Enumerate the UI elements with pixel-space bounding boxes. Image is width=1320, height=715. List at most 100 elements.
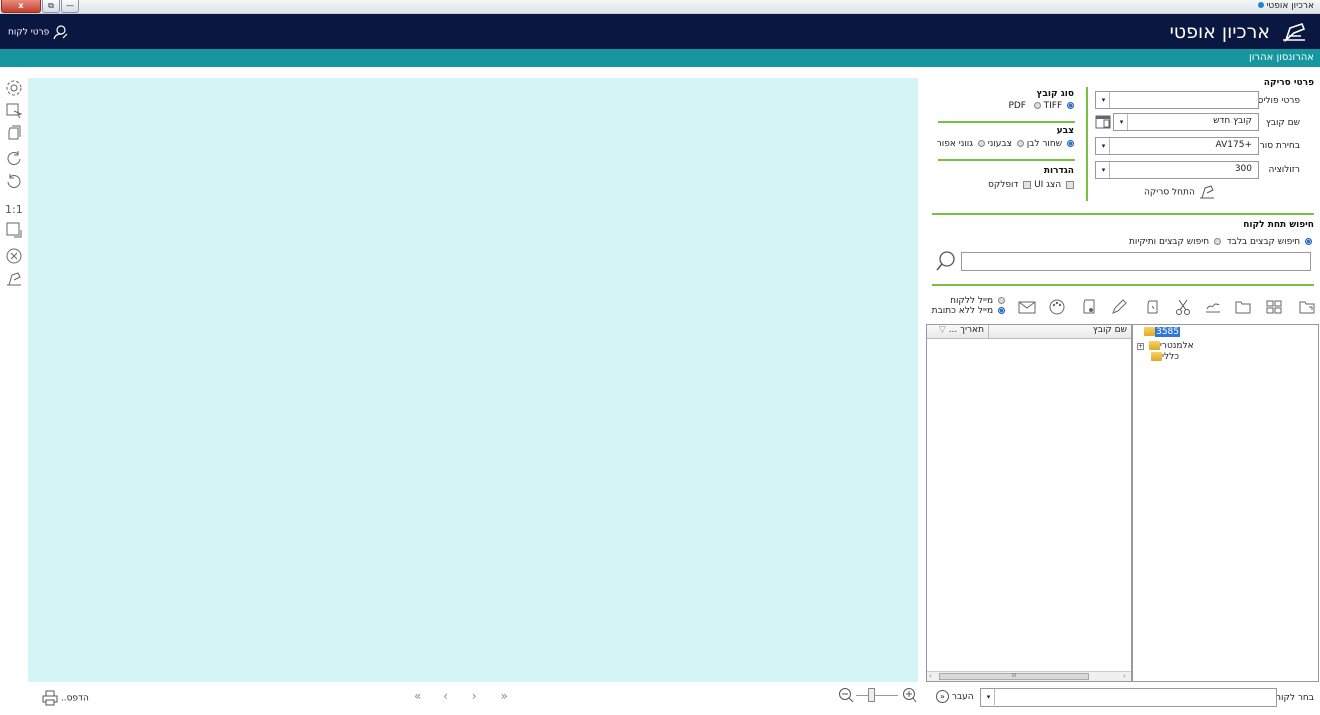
file-list[interactable]: שם קובץ תאריך ... ▽ ‹ III › xyxy=(926,324,1132,682)
chevron-down-icon: ▾ xyxy=(1098,92,1110,108)
search-heading: חיפוש תחת לקוח xyxy=(1243,220,1314,230)
search-input[interactable] xyxy=(961,252,1311,271)
color-bw-radio[interactable]: שחור לבן xyxy=(1027,139,1074,149)
duplicate-icon[interactable] xyxy=(1143,297,1163,317)
mail-to-customer-radio[interactable]: מייל ללקוח xyxy=(932,296,1005,306)
add-page-icon[interactable] xyxy=(1079,297,1099,317)
rotate-left-icon[interactable] xyxy=(5,172,23,190)
duplex-label: דופלקס xyxy=(988,180,1019,190)
column-filename-label: שם קובץ xyxy=(1092,325,1127,335)
tree-root[interactable]: 3585 xyxy=(1142,327,1180,337)
browse-file-icon[interactable] xyxy=(1095,114,1111,130)
resolution-select[interactable]: 300 ▾ xyxy=(1095,161,1259,179)
file-list-header: שם קובץ תאריך ... ▽ xyxy=(927,325,1131,339)
tree-item-elementary[interactable]: + אלמנטרי xyxy=(1137,341,1194,351)
scanner-logo-icon xyxy=(1283,23,1306,43)
color-options: שחור לבן צבעוני גווני אפור xyxy=(937,139,1074,149)
file-type-tiff-label: TIFF xyxy=(1043,101,1063,111)
mail-no-address-radio[interactable]: מייל ללא כתובת xyxy=(932,306,1005,316)
zoom-slider[interactable] xyxy=(856,695,898,696)
fit-page-icon[interactable] xyxy=(5,221,23,239)
scanner-select[interactable]: AV175+ ▾ xyxy=(1095,137,1259,155)
settings-icon[interactable] xyxy=(5,79,23,97)
divider xyxy=(932,213,1314,215)
window-close-button[interactable]: x xyxy=(1,0,41,13)
resolution-value: 300 xyxy=(1234,164,1252,174)
select-icon[interactable] xyxy=(5,102,23,120)
palette-icon[interactable] xyxy=(1047,297,1067,317)
print-button[interactable]: הדפס.. xyxy=(42,690,89,706)
customer-details-link[interactable]: פרטי לקוח xyxy=(8,24,68,40)
mail-options: מייל ללקוח מייל ללא כתובת xyxy=(932,296,1005,316)
zoom-slider-thumb[interactable] xyxy=(868,688,875,702)
tree-item-general[interactable]: כללי xyxy=(1149,352,1179,362)
color-color-label: צבעוני xyxy=(987,139,1012,149)
actual-size-icon[interactable]: 1:1 xyxy=(5,203,23,216)
window-minimize-button[interactable]: — xyxy=(61,0,79,13)
transfer-button[interactable]: העבר « xyxy=(936,690,974,703)
print-label: הדפס.. xyxy=(60,693,89,704)
scanner-icon[interactable] xyxy=(5,270,23,288)
color-gray-label: גווני אפור xyxy=(936,139,973,149)
first-page-button[interactable]: « xyxy=(414,689,421,703)
app-header: ארכיון אופטי פרטי לקוח xyxy=(0,14,1320,49)
color-bw-label: שחור לבן xyxy=(1026,139,1063,149)
checkbox-icon xyxy=(1023,180,1032,189)
zoom-out-icon[interactable] xyxy=(838,687,854,705)
start-scan-button[interactable]: התחל סריקה xyxy=(1144,183,1216,201)
prev-page-button[interactable]: ‹ xyxy=(443,689,448,703)
folder-tree[interactable]: 3585 + אלמנטרי כללי xyxy=(1132,324,1319,682)
duplex-checkbox[interactable]: דופלקס xyxy=(988,180,1032,190)
edit-icon[interactable] xyxy=(1109,297,1129,317)
column-date[interactable]: תאריך ... ▽ xyxy=(927,325,988,338)
thumbnails-icon[interactable] xyxy=(1264,297,1284,317)
mail-to-customer-label: מייל ללקוח xyxy=(950,296,994,306)
new-folder-icon[interactable] xyxy=(1297,297,1317,317)
cut-icon[interactable] xyxy=(1173,297,1193,317)
file-type-options: PDF TIFF xyxy=(1008,101,1074,111)
radio-selected-icon xyxy=(1067,140,1074,147)
mail-icon[interactable] xyxy=(1017,297,1037,317)
radio-icon xyxy=(1033,102,1041,109)
scrollbar-thumb[interactable]: III xyxy=(939,673,1089,680)
scroll-right-icon[interactable]: › xyxy=(1123,672,1126,680)
next-page-button[interactable]: › xyxy=(472,689,477,703)
radio-icon xyxy=(998,297,1005,304)
tree-item-label: אלמנטרי xyxy=(1159,341,1194,351)
color-color-radio[interactable]: צבעוני xyxy=(988,139,1024,149)
window-restore-button[interactable]: ⧉ xyxy=(42,0,60,13)
zoom-in-icon[interactable] xyxy=(900,687,918,705)
search-files-only-label: חיפוש קבצים בלבד xyxy=(1226,237,1301,247)
divider xyxy=(938,121,1075,123)
search-files-folders-radio[interactable]: חיפוש קבצים ותיקיות xyxy=(1129,237,1221,247)
horizontal-scrollbar[interactable]: ‹ III › xyxy=(927,671,1131,681)
search-files-folders-label: חיפוש קבצים ותיקיות xyxy=(1128,237,1210,247)
show-ui-label: הצג UI xyxy=(1034,180,1062,190)
expand-icon[interactable]: + xyxy=(1137,343,1144,350)
search-icon[interactable] xyxy=(935,250,957,272)
folder-icon xyxy=(1144,327,1156,336)
policy-select[interactable]: ▾ xyxy=(1095,91,1259,109)
search-options: חיפוש קבצים בלבד חיפוש קבצים ותיקיות xyxy=(1129,237,1312,247)
choose-customer-label: בחר לקוח xyxy=(1275,693,1314,703)
search-files-only-radio[interactable]: חיפוש קבצים בלבד xyxy=(1227,237,1312,247)
close-circle-icon[interactable] xyxy=(5,247,23,265)
document-viewer[interactable] xyxy=(28,78,918,682)
file-type-pdf-label: PDF xyxy=(1008,101,1026,111)
filename-select[interactable]: קובץ חדש ▾ xyxy=(1113,113,1259,131)
file-type-tiff-radio[interactable]: TIFF xyxy=(1032,101,1062,111)
tree-root-label: 3585 xyxy=(1155,327,1180,337)
show-ui-checkbox[interactable]: הצג UI xyxy=(1034,180,1074,190)
scroll-left-icon[interactable]: ‹ xyxy=(929,672,932,680)
chevron-down-icon: ▾ xyxy=(1116,114,1128,130)
settings-heading: הגדרות xyxy=(1043,166,1074,176)
sign-icon[interactable] xyxy=(1203,297,1223,317)
radio-icon xyxy=(977,140,985,147)
folder-icon[interactable] xyxy=(1233,297,1253,317)
choose-customer-select[interactable]: ▾ xyxy=(980,688,1277,707)
rotate-right-icon[interactable] xyxy=(5,149,23,167)
color-gray-radio[interactable]: גווני אפור xyxy=(937,139,985,149)
column-filename[interactable]: שם קובץ xyxy=(988,325,1131,338)
last-page-button[interactable]: » xyxy=(500,689,507,703)
copy-page-icon[interactable] xyxy=(5,125,23,143)
